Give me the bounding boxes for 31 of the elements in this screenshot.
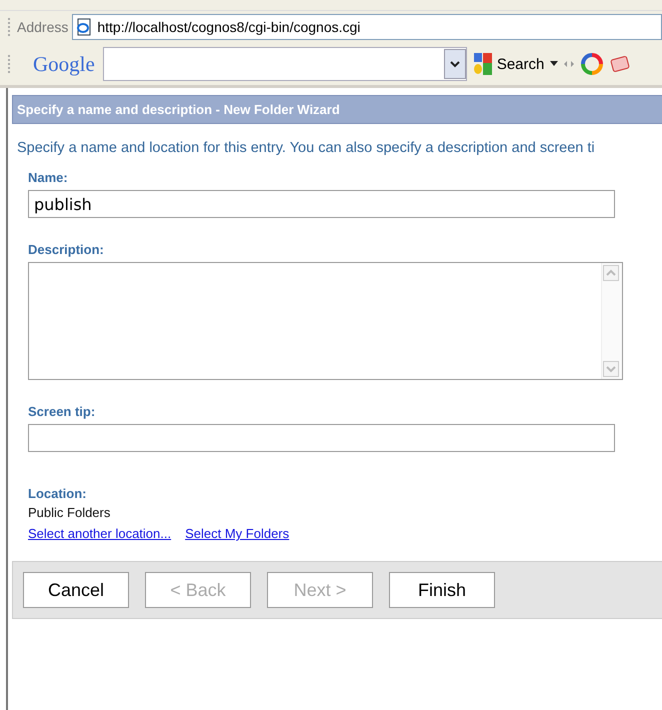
resize-arrows-icon [564,60,574,68]
search-field[interactable] [102,47,467,81]
wizard-header: Specify a name and description - New Folder Wizard [12,95,662,124]
location-value: Public Folders [28,505,110,520]
scroll-down-icon[interactable] [603,361,619,377]
page-icon [75,18,94,36]
instructions: Specify a name and location for this entry. You can also specify a description and screen ti [17,140,596,156]
link[interactable]: Select another location... [28,526,172,541]
text-area[interactable] [28,262,623,380]
text-field[interactable]: publish [28,190,615,218]
swirl-icon[interactable] [580,52,604,76]
scrollbar[interactable] [601,263,622,379]
search-button[interactable]: Search [472,52,544,76]
field-label: Name: [28,170,68,185]
toolbar-grip [8,55,13,73]
scroll-up-icon[interactable] [603,265,619,281]
chevron-icon [450,60,460,68]
dropdown-button[interactable] [444,49,466,79]
caret-icon[interactable] [550,61,558,67]
link[interactable]: Select My Folders [185,526,290,541]
field-label: Description: [28,242,104,257]
wizard-button[interactable]: Finish [389,572,495,608]
field-label: Location: [28,486,86,501]
google-logo: Google [33,52,95,76]
field-label: Screen tip: [28,404,96,419]
toolbar-grip [8,18,13,36]
wizard-button[interactable]: Cancel [23,572,129,608]
address-field[interactable]: http://localhost/cognos8/cgi-bin/cognos.cgi [72,14,662,40]
text-field[interactable] [28,424,615,452]
address-label: Address [17,19,68,35]
squares-icon [472,52,493,76]
